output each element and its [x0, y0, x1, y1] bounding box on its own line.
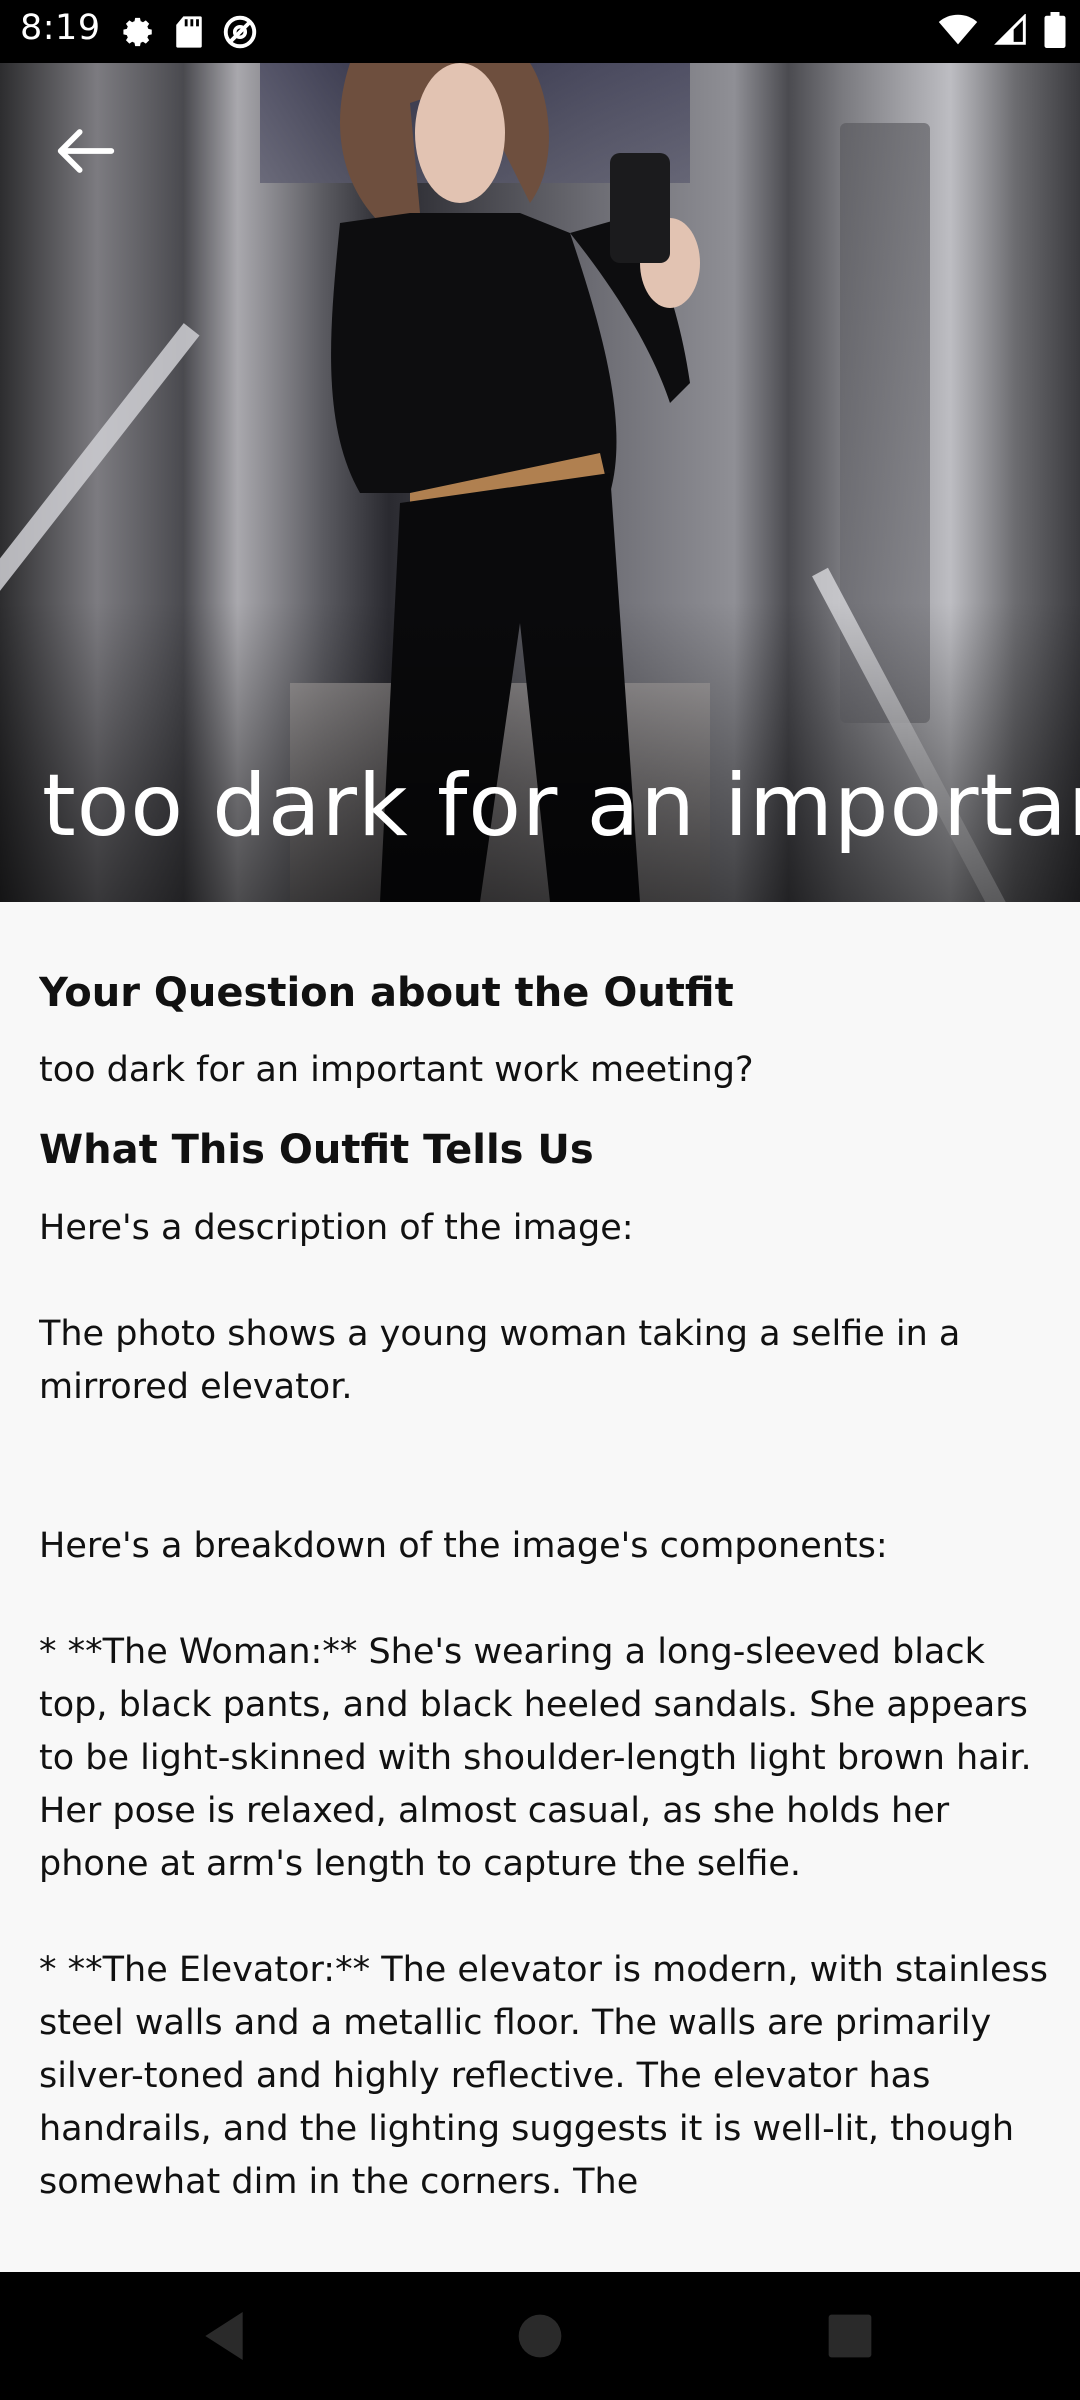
- nav-back-icon[interactable]: [192, 2304, 256, 2368]
- question-heading: Your Question about the Outfit: [39, 970, 734, 1016]
- at-sign-icon: [223, 15, 257, 49]
- signal-icon: [994, 14, 1026, 45]
- status-time: 8:19: [20, 8, 101, 48]
- outfit-analysis-content[interactable]: Your Question about the Outfit too dark …: [39, 902, 1049, 2232]
- photo-gradient: [0, 602, 1080, 902]
- outfit-photo: too dark for an important work meeting?: [0, 63, 1080, 902]
- nav-home-icon[interactable]: [508, 2304, 572, 2368]
- status-icons-left: [122, 14, 258, 50]
- wifi-icon: [938, 14, 978, 45]
- elevator-handrail-left: [0, 323, 200, 620]
- battery-icon: [1044, 12, 1066, 48]
- back-arrow-icon[interactable]: [48, 113, 124, 189]
- sd-card-icon: [176, 16, 202, 48]
- analysis-text: Here's a description of the image: The p…: [39, 1208, 1049, 2202]
- settings-icon: [123, 17, 152, 47]
- system-nav-bar: [0, 2272, 1080, 2400]
- question-text: too dark for an important work meeting?: [39, 1050, 754, 1090]
- hero-title: too dark for an important work meeting?: [42, 756, 1080, 856]
- status-bar: 8:19: [0, 0, 1080, 63]
- nav-recents-icon[interactable]: [818, 2304, 882, 2368]
- analysis-heading: What This Outfit Tells Us: [39, 1127, 594, 1173]
- status-icons-right: [938, 12, 1066, 48]
